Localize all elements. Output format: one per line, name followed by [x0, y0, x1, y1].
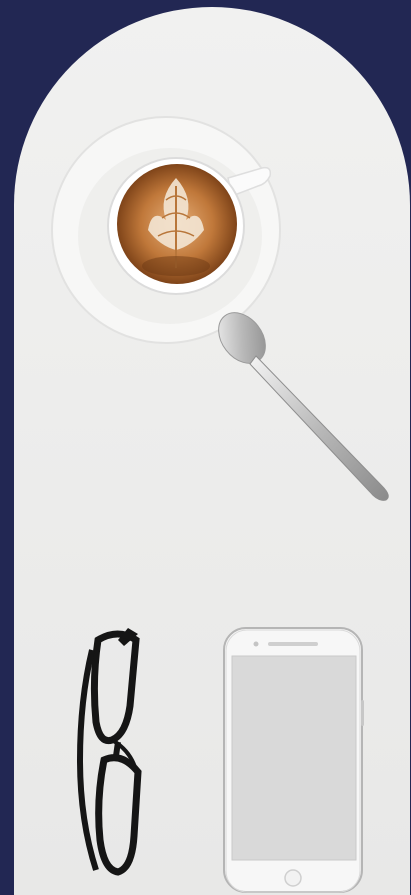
app-screen — [0, 0, 411, 895]
hero-image — [0, 0, 411, 895]
smartphone-icon — [223, 627, 364, 893]
coffee-cup-icon — [51, 116, 281, 344]
